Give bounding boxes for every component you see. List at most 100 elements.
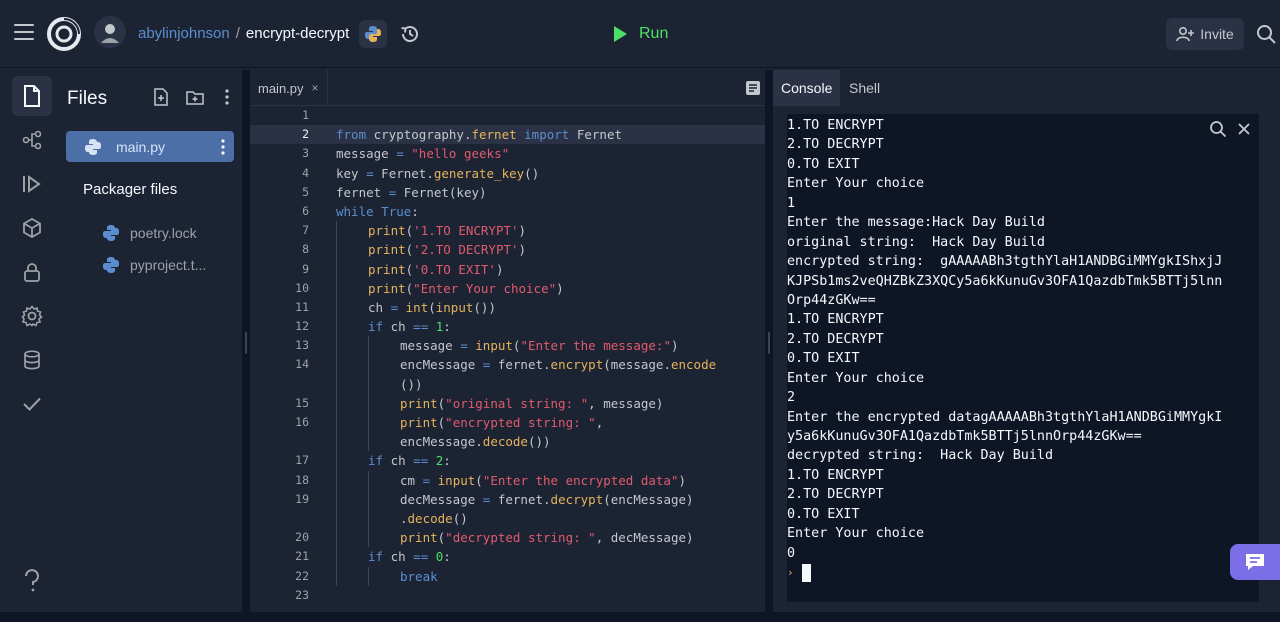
line-number: 23 (295, 587, 309, 602)
editor-tab-bar: main.py × (250, 70, 765, 106)
breadcrumb-separator: / (235, 25, 240, 42)
replit-logo-icon[interactable] (46, 16, 82, 52)
python-language-icon[interactable] (359, 20, 387, 48)
breadcrumb-username[interactable]: abylinjohnson (138, 25, 230, 42)
line-number: 3 (302, 146, 309, 161)
code-line-wrap: encMessage.decode()) (250, 432, 765, 452)
code-line: 13 message = input("Enter the message:") (250, 336, 765, 356)
secrets-lock-icon[interactable] (12, 252, 52, 292)
code-text: encMessage.decode()) (400, 434, 551, 450)
repl-avatar[interactable] (94, 16, 126, 48)
console-line: Enter Your choice (787, 176, 925, 192)
files-panel: Files main.py Packager files poetry.lock… (56, 70, 242, 610)
line-number: 12 (295, 319, 309, 334)
new-folder-icon[interactable] (186, 88, 204, 106)
editor-console-splitter[interactable] (765, 70, 773, 612)
code-line: 20 print("decrypted string: ", decMessage… (250, 528, 765, 548)
line-number: 15 (295, 395, 309, 410)
line-number: 6 (302, 203, 309, 218)
hamburger-menu-icon[interactable] (14, 24, 34, 42)
files-icon[interactable] (12, 76, 52, 116)
editor-options-icon[interactable] (745, 80, 761, 96)
help-icon[interactable] (12, 566, 52, 596)
code-line: 7 print('1.TO ENCRYPT') (250, 221, 765, 241)
console-line: 0.TO EXIT (787, 351, 860, 367)
code-text: if ch == 2: (368, 453, 451, 469)
breadcrumb-repl-name[interactable]: encrypt-decrypt (246, 25, 349, 42)
file-item-main-py[interactable]: main.py (66, 131, 234, 162)
code-line: 15 print("original string: ", message) (250, 393, 765, 413)
code-line: 3 message = "hello geeks" (250, 144, 765, 163)
tab-shell[interactable]: Shell (841, 70, 888, 106)
console-panel: Console Shell 1.TO ENCRYPT 2.TO DECRYPT … (773, 70, 1280, 612)
console-line: 2 (787, 390, 796, 406)
chat-feedback-button[interactable] (1230, 544, 1280, 580)
code-line: 23 (250, 586, 765, 605)
history-icon[interactable] (398, 22, 422, 46)
text-cursor (801, 563, 811, 582)
console-line: 0.TO EXIT (787, 156, 860, 172)
files-menu-kebab-icon[interactable] (218, 88, 236, 106)
debugger-icon[interactable] (12, 164, 52, 204)
files-title: Files (67, 88, 108, 109)
line-number: 21 (295, 549, 309, 564)
close-tab-icon[interactable]: × (312, 81, 319, 95)
line-number: 1 (302, 108, 309, 122)
code-line-wrap: ()) (250, 374, 765, 394)
prompt-chevron-icon: › (787, 566, 794, 580)
file-item-pyproject[interactable]: pyproject.t... (102, 256, 206, 274)
line-number: 10 (295, 280, 309, 295)
code-text: fernet = Fernet(key) (336, 184, 487, 200)
code-text: message = "hello geeks" (336, 146, 510, 162)
code-text: message = input("Enter the message:") (400, 338, 679, 354)
console-line: encrypted string: gAAAAABh3tgthYlaH1ANDB… (787, 254, 1223, 270)
console-output[interactable]: 1.TO ENCRYPT 2.TO DECRYPT 0.TO EXIT Ente… (787, 114, 1259, 602)
settings-gear-icon[interactable] (12, 296, 52, 336)
line-number: 22 (295, 568, 309, 583)
line-number: 20 (295, 530, 309, 545)
console-line: y5a6kKunuGv3OFA1QazdbTmk5BTTj5lnnOrp44zG… (787, 429, 1142, 444)
console-line: original string: Hack Day Build (787, 234, 1045, 250)
python-file-icon (85, 138, 101, 155)
code-line: 9 print('0.TO EXIT') (250, 259, 765, 279)
console-prompt[interactable]: › (787, 563, 1259, 582)
console-line: 1.TO ENCRYPT (787, 118, 884, 133)
invite-label: Invite (1200, 26, 1234, 42)
code-line: 19 decMessage = fernet.decrypt(encMessage… (250, 489, 765, 509)
line-number: 11 (295, 299, 309, 314)
line-number: 17 (295, 453, 309, 468)
code-line: 14 encMessage = fernet.encrypt(message.en… (250, 355, 765, 375)
console-line: Orp44zGKw== (787, 292, 876, 308)
packages-icon[interactable] (12, 208, 52, 248)
python-file-icon (103, 257, 119, 273)
search-icon[interactable] (1256, 24, 1276, 44)
database-icon[interactable] (12, 340, 52, 380)
line-number: 8 (302, 242, 309, 257)
code-line: 4 key = Fernet.generate_key() (250, 164, 765, 183)
tab-main-py[interactable]: main.py × (250, 70, 328, 106)
console-line: 2.TO DECRYPT (787, 331, 884, 347)
run-button[interactable]: Run (614, 22, 668, 46)
code-text: from cryptography.fernet import Fernet (336, 127, 622, 143)
code-text: encMessage = fernet.encrypt(message.enco… (400, 357, 717, 373)
new-file-icon[interactable] (152, 88, 170, 106)
invite-button[interactable]: Invite (1166, 18, 1244, 50)
file-item-poetry-lock[interactable]: poetry.lock (102, 224, 197, 242)
add-user-icon (1176, 26, 1195, 42)
tab-console[interactable]: Console (773, 70, 841, 106)
code-line: 12 if ch == 1: (250, 317, 765, 337)
file-item-label: main.py (116, 138, 166, 155)
git-icon[interactable] (12, 120, 52, 160)
line-number: 16 (295, 415, 309, 429)
tool-rail (0, 70, 56, 610)
code-area[interactable]: 1 2 from cryptography.fernet import Ferne… (250, 106, 765, 605)
code-text: print("decrypted string: ", decMessage) (400, 530, 694, 546)
code-text: print("encrypted string: ", (400, 415, 604, 430)
console-line: Enter the message:Hack Day Build (787, 215, 1045, 231)
console-line: 1 (787, 195, 796, 211)
code-text: break (400, 568, 438, 584)
files-editor-splitter[interactable] (242, 70, 250, 612)
console-line: KJPSb1ms2veQHZBkZ3XQCy5a6kKunuGv3OFA1Qaz… (787, 273, 1223, 289)
file-options-kebab-icon[interactable] (220, 139, 226, 159)
unit-tests-check-icon[interactable] (12, 384, 52, 424)
